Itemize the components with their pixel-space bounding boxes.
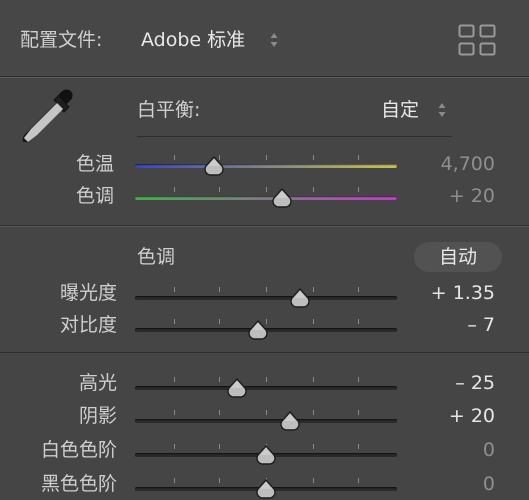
slider-tick	[313, 377, 314, 382]
divider	[0, 77, 529, 78]
contrast-value[interactable]: – 7	[400, 313, 495, 337]
slider-thumb[interactable]	[247, 320, 269, 340]
slider-tick	[174, 155, 175, 160]
slider-ticks	[135, 187, 397, 193]
slider-thumb[interactable]	[255, 445, 277, 465]
white-balance-select[interactable]: 自定	[381, 98, 419, 122]
slider-tick	[313, 155, 314, 160]
slider-ticks	[135, 155, 397, 161]
slider-tick	[174, 377, 175, 382]
slider-tick	[266, 187, 267, 192]
slider-tick	[266, 410, 267, 415]
slider-thumb[interactable]	[226, 378, 248, 398]
slider-tick	[313, 319, 314, 324]
slider-tick	[266, 287, 267, 292]
slider-tick	[358, 444, 359, 449]
slider-tick	[174, 410, 175, 415]
highlights-label: 高光	[78, 372, 117, 394]
slider-tick	[358, 377, 359, 382]
contrast-label: 对比度	[59, 314, 117, 336]
whites-label: 白色色阶	[40, 439, 117, 461]
slider-tick	[219, 478, 220, 483]
grid-view-icon[interactable]	[458, 24, 496, 56]
slider-tick	[266, 377, 267, 382]
blacks-value[interactable]: 0	[400, 472, 495, 496]
up-down-arrows-icon[interactable]	[438, 102, 446, 118]
slider-ticks	[135, 377, 397, 383]
slider-tick	[313, 410, 314, 415]
eyedropper-icon[interactable]	[18, 86, 80, 148]
slider-tick	[174, 287, 175, 292]
highlights-value[interactable]: – 25	[400, 371, 495, 395]
slider-tick	[219, 287, 220, 292]
blacks-label: 黑色色阶	[40, 473, 117, 495]
slider-tick	[174, 478, 175, 483]
slider-track[interactable]	[135, 296, 397, 300]
exposure-label: 曝光度	[59, 282, 117, 304]
slider-tick	[358, 478, 359, 483]
slider-ticks	[135, 410, 397, 416]
slider-track[interactable]	[135, 196, 397, 200]
slider-tick	[174, 187, 175, 192]
slider-thumb[interactable]	[279, 411, 301, 431]
slider-thumb[interactable]	[271, 188, 293, 208]
divider	[0, 352, 529, 353]
profile-select[interactable]: Adobe 标准	[141, 28, 245, 52]
slider-tick	[358, 287, 359, 292]
slider-thumb[interactable]	[255, 479, 277, 499]
tint-value[interactable]: + 20	[400, 184, 495, 208]
slider-tick	[313, 187, 314, 192]
divider	[137, 136, 452, 137]
slider-tick	[358, 410, 359, 415]
divider	[0, 226, 529, 227]
white-balance-label: 白平衡:	[137, 99, 201, 121]
slider-tick	[266, 155, 267, 160]
slider-tick	[219, 444, 220, 449]
slider-track[interactable]	[135, 419, 397, 423]
slider-tick	[313, 444, 314, 449]
slider-tick	[174, 319, 175, 324]
profile-label: 配置文件:	[20, 29, 103, 51]
exposure-value[interactable]: + 1.35	[400, 281, 495, 305]
slider-track[interactable]	[135, 386, 397, 390]
slider-thumb[interactable]	[203, 156, 225, 176]
slider-tick	[219, 410, 220, 415]
auto-button-label: 自动	[438, 246, 477, 268]
slider-track[interactable]	[135, 164, 397, 168]
shadows-label: 阴影	[78, 405, 117, 427]
whites-value[interactable]: 0	[400, 438, 495, 462]
slider-thumb[interactable]	[289, 288, 311, 308]
temp-value[interactable]: 4,700	[400, 152, 495, 176]
slider-tick	[358, 155, 359, 160]
slider-tick	[174, 444, 175, 449]
slider-tick	[219, 187, 220, 192]
tone-section-title: 色调	[137, 246, 176, 268]
slider-tick	[313, 478, 314, 483]
tint-label: 色调	[76, 185, 115, 207]
slider-ticks	[135, 287, 397, 293]
slider-tick	[358, 319, 359, 324]
slider-tick	[313, 287, 314, 292]
slider-tick	[219, 319, 220, 324]
slider-tick	[358, 187, 359, 192]
shadows-value[interactable]: + 20	[400, 404, 495, 428]
up-down-arrows-icon[interactable]	[270, 32, 278, 48]
temp-label: 色温	[76, 153, 115, 175]
slider-tick	[219, 377, 220, 382]
